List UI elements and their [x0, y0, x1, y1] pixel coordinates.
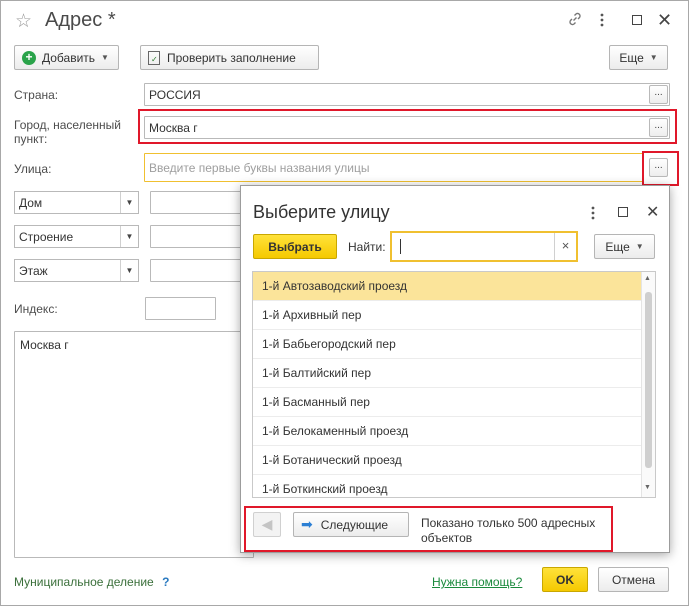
country-value: РОССИЯ — [149, 88, 201, 102]
house-type-select[interactable]: Дом ▼ — [14, 191, 139, 214]
check-doc-icon: ✓ — [148, 50, 160, 65]
building-number-field[interactable] — [150, 225, 245, 248]
street-row[interactable]: 1-й Басманный пер — [253, 388, 641, 417]
street-row[interactable]: 1-й Ботанический проезд — [253, 446, 641, 475]
dialog-maximize-icon[interactable] — [618, 207, 628, 217]
city-label: Город, населенный пункт: — [14, 118, 121, 146]
building-type-select[interactable]: Строение ▼ — [14, 225, 139, 248]
more-icon[interactable] — [599, 12, 605, 31]
street-row[interactable]: 1-й Архивный пер — [253, 301, 641, 330]
street-row[interactable]: 1-й Боткинский проезд — [253, 475, 641, 497]
dialog-more-icon[interactable] — [590, 205, 596, 224]
find-input[interactable]: × — [390, 231, 578, 262]
chevron-down-icon: ▼ — [120, 260, 138, 281]
scroll-down-icon[interactable]: ▼ — [644, 484, 651, 491]
house-number-field[interactable] — [150, 191, 245, 214]
chevron-down-icon: ▼ — [101, 53, 109, 62]
help-link[interactable]: Нужна помощь? — [432, 575, 522, 589]
add-plus-icon: + — [22, 50, 36, 65]
address-presentation[interactable]: Москва г — [14, 331, 254, 558]
find-clear-icon[interactable]: × — [554, 233, 576, 260]
chevron-down-icon: ▼ — [120, 192, 138, 213]
favorite-star-icon[interactable]: ☆ — [15, 10, 32, 33]
floor-type-value: Этаж — [19, 264, 48, 278]
street-row[interactable]: 1-й Автозаводский проезд — [253, 272, 641, 301]
street-list[interactable]: 1-й Автозаводский проезд 1-й Архивный пе… — [252, 271, 656, 498]
index-label: Индекс: — [14, 302, 58, 316]
dialog-close-icon[interactable]: ✕ — [646, 202, 659, 222]
index-field[interactable] — [145, 297, 216, 320]
close-icon[interactable]: ✕ — [657, 10, 672, 31]
municipal-label: Муниципальное деление — [14, 575, 154, 589]
house-type-value: Дом — [19, 196, 43, 210]
list-scrollbar[interactable]: ▲ ▼ — [641, 272, 655, 497]
building-type-value: Строение — [19, 230, 74, 244]
municipal-help-icon[interactable]: ? — [162, 575, 169, 589]
city-highlight — [138, 109, 677, 144]
chevron-down-icon: ▼ — [635, 242, 644, 251]
cancel-button[interactable]: Отмена — [598, 567, 669, 592]
street-placeholder: Введите первые буквы названия улицы — [149, 161, 370, 175]
check-fill-button[interactable]: ✓ Проверить заполнение — [140, 45, 319, 70]
more-button[interactable]: Еще ▼ — [609, 45, 668, 70]
chevron-down-icon: ▼ — [649, 53, 658, 62]
street-choice-dialog: Выберите улицу ✕ Выбрать Найти: × Еще ▼ … — [240, 185, 670, 553]
street-row[interactable]: 1-й Бабьегородский пер — [253, 330, 641, 359]
dialog-title: Выберите улицу — [253, 202, 390, 222]
street-row[interactable]: 1-й Балтийский пер — [253, 359, 641, 388]
window-title: Адрес * — [45, 9, 116, 31]
scroll-up-icon[interactable]: ▲ — [644, 275, 651, 282]
scrollbar-thumb[interactable] — [645, 292, 652, 468]
select-button[interactable]: Выбрать — [253, 234, 337, 259]
dialog-more-button[interactable]: Еще ▼ — [594, 234, 655, 259]
street-field[interactable]: Введите первые буквы названия улицы — [144, 153, 644, 182]
country-field[interactable]: РОССИЯ — [144, 83, 670, 106]
floor-number-field[interactable] — [150, 259, 245, 282]
add-button[interactable]: + Добавить ▼ — [14, 45, 119, 70]
more-button-label: Еще — [619, 50, 644, 65]
pager-highlight — [244, 506, 613, 552]
floor-type-select[interactable]: Этаж ▼ — [14, 259, 139, 282]
check-fill-label: Проверить заполнение — [167, 50, 296, 65]
text-cursor — [400, 239, 401, 254]
municipal-link[interactable]: Муниципальное деление ? — [14, 575, 169, 589]
country-select-button[interactable]: ... — [649, 85, 668, 104]
dialog-more-label: Еще — [605, 239, 630, 254]
link-icon[interactable] — [567, 11, 583, 30]
country-label: Страна: — [14, 88, 59, 102]
cancel-button-label: Отмена — [611, 572, 656, 587]
find-label: Найти: — [348, 240, 386, 254]
ok-button[interactable]: OK — [542, 567, 588, 592]
address-presentation-text: Москва г — [20, 338, 69, 352]
chevron-down-icon: ▼ — [120, 226, 138, 247]
street-label: Улица: — [14, 162, 52, 176]
street-row[interactable]: 1-й Белокаменный проезд — [253, 417, 641, 446]
maximize-icon[interactable] — [632, 15, 642, 25]
add-button-label: Добавить — [42, 50, 96, 65]
